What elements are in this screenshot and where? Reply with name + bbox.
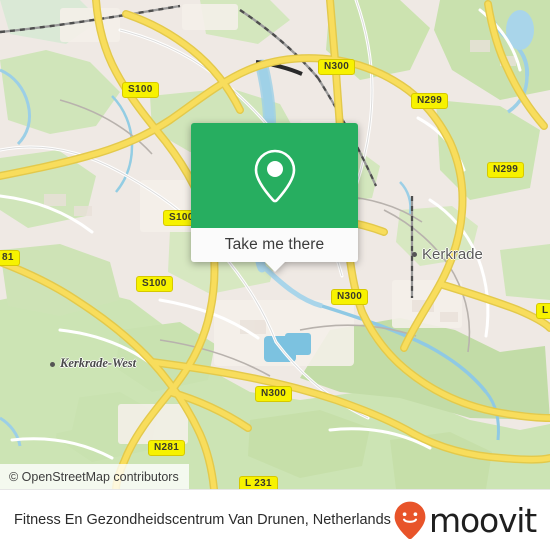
place-label-kerkrade-west: Kerkrade-West [60, 356, 137, 370]
road-shield: L 231 [239, 476, 278, 489]
popup-pin-area [191, 123, 358, 228]
road-shield: S100 [122, 82, 159, 98]
road-shield: N299 [487, 162, 525, 178]
place-popup-card[interactable]: Take me there [191, 123, 358, 272]
road-shield: N281 [148, 440, 186, 456]
attribution-text: © OpenStreetMap contributors [9, 469, 179, 484]
road-shield: S100 [136, 276, 173, 292]
moovit-place-card: N300 S100 N299 N299 S100 81 S100 N300 L … [0, 0, 550, 550]
road-shield: N300 [255, 386, 293, 402]
footer-bar: Fitness En Gezondheidscentrum Van Drunen… [0, 489, 550, 550]
road-shield: N299 [411, 93, 449, 109]
moovit-wordmark: moovit [429, 500, 537, 540]
map-canvas[interactable]: N300 S100 N299 N299 S100 81 S100 N300 L … [0, 0, 550, 489]
popup-tail-arrow [263, 261, 286, 272]
road-shield: N300 [331, 289, 369, 305]
road-shield: L [536, 303, 550, 319]
road-shield: N300 [318, 59, 356, 75]
place-label-kerkrade: Kerkrade [422, 246, 483, 263]
moovit-brand[interactable]: moovit [393, 500, 537, 540]
place-marker-dot [50, 362, 55, 367]
place-marker-dot [412, 252, 417, 257]
take-me-there-label: Take me there [224, 236, 325, 253]
map-attribution[interactable]: © OpenStreetMap contributors [0, 464, 189, 489]
popup-action-row[interactable]: Take me there [191, 228, 358, 272]
moovit-smiley-pin-icon [394, 501, 426, 539]
map-pin-icon [254, 149, 295, 202]
place-title: Fitness En Gezondheidscentrum Van Drunen… [14, 512, 391, 528]
road-shield: 81 [0, 250, 20, 266]
